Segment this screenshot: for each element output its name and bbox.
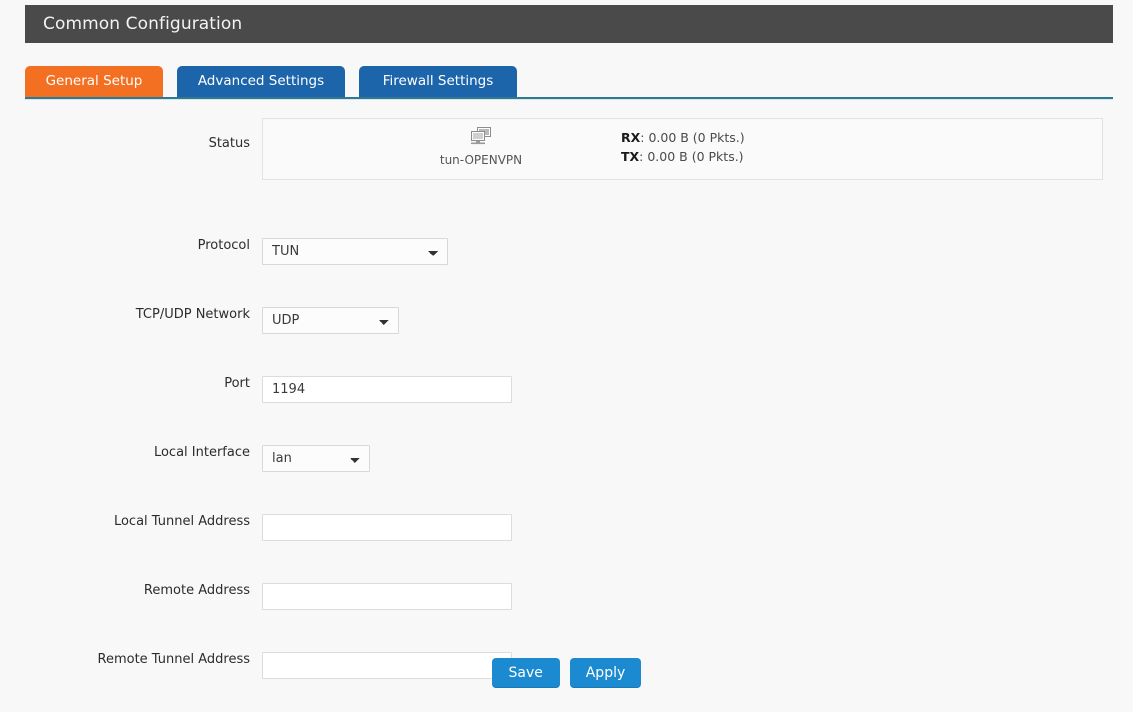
form-row-status: Status tun-OPENVPN RX: 0.00 B (0 Pkts.) … <box>0 118 1133 190</box>
apply-button[interactable]: Apply <box>569 658 642 688</box>
status-label: Status <box>208 136 250 151</box>
tx-key: TX <box>621 149 640 164</box>
save-button[interactable]: Save <box>491 658 560 688</box>
tab-bar: General Setup Advanced Settings Firewall… <box>25 66 1113 100</box>
tab-underline-soft <box>25 99 1113 100</box>
form-row-local-interface: Local Interface lanwan <box>0 445 1133 472</box>
network-interface-icon <box>470 127 492 146</box>
configuration-form: Status tun-OPENVPN RX: 0.00 B (0 Pkts.) … <box>0 118 1133 679</box>
page-title: Common Configuration <box>43 14 243 34</box>
form-row-tcp-udp-network: TCP/UDP Network UDPTCP <box>0 307 1133 334</box>
remote-address-label: Remote Address <box>143 583 250 598</box>
form-row-local-tunnel-address: Local Tunnel Address <box>0 514 1133 541</box>
page-header: Common Configuration <box>25 5 1113 43</box>
traffic-stats: RX: 0.00 B (0 Pkts.) TX: 0.00 B (0 Pkts.… <box>621 128 745 166</box>
protocol-select[interactable]: TUNTAP <box>262 238 448 265</box>
form-row-remote-address: Remote Address <box>0 583 1133 610</box>
rx-key: RX <box>621 130 641 145</box>
local-tunnel-address-label: Local Tunnel Address <box>113 514 250 529</box>
rx-value: : 0.00 B (0 Pkts.) <box>640 130 745 145</box>
interface-name: tun-OPENVPN <box>439 153 523 167</box>
form-actions: Save Apply <box>0 658 1133 688</box>
local-interface-select[interactable]: lanwan <box>262 445 370 472</box>
protocol-label: Protocol <box>197 238 250 253</box>
common-configuration-page: Common Configuration General Setup Advan… <box>0 0 1133 712</box>
tab-advanced-settings[interactable]: Advanced Settings <box>177 66 345 97</box>
form-row-port: Port <box>0 376 1133 403</box>
port-label: Port <box>224 376 250 391</box>
form-row-protocol: Protocol TUNTAP <box>0 238 1133 265</box>
local-tunnel-address-input[interactable] <box>262 514 512 541</box>
tcp-udp-network-select[interactable]: UDPTCP <box>262 307 399 334</box>
status-box: tun-OPENVPN RX: 0.00 B (0 Pkts.) TX: 0.0… <box>262 118 1103 180</box>
tab-general-setup[interactable]: General Setup <box>25 66 163 97</box>
rx-stat: RX: 0.00 B (0 Pkts.) <box>621 128 745 147</box>
tx-value: : 0.00 B (0 Pkts.) <box>639 149 744 164</box>
port-input[interactable] <box>262 376 512 403</box>
remote-address-input[interactable] <box>262 583 512 610</box>
interface-block: tun-OPENVPN <box>391 127 571 168</box>
tab-firewall-settings[interactable]: Firewall Settings <box>359 66 517 97</box>
tcp-udp-network-label: TCP/UDP Network <box>135 307 250 322</box>
local-interface-label: Local Interface <box>153 445 250 460</box>
tx-stat: TX: 0.00 B (0 Pkts.) <box>621 147 745 166</box>
